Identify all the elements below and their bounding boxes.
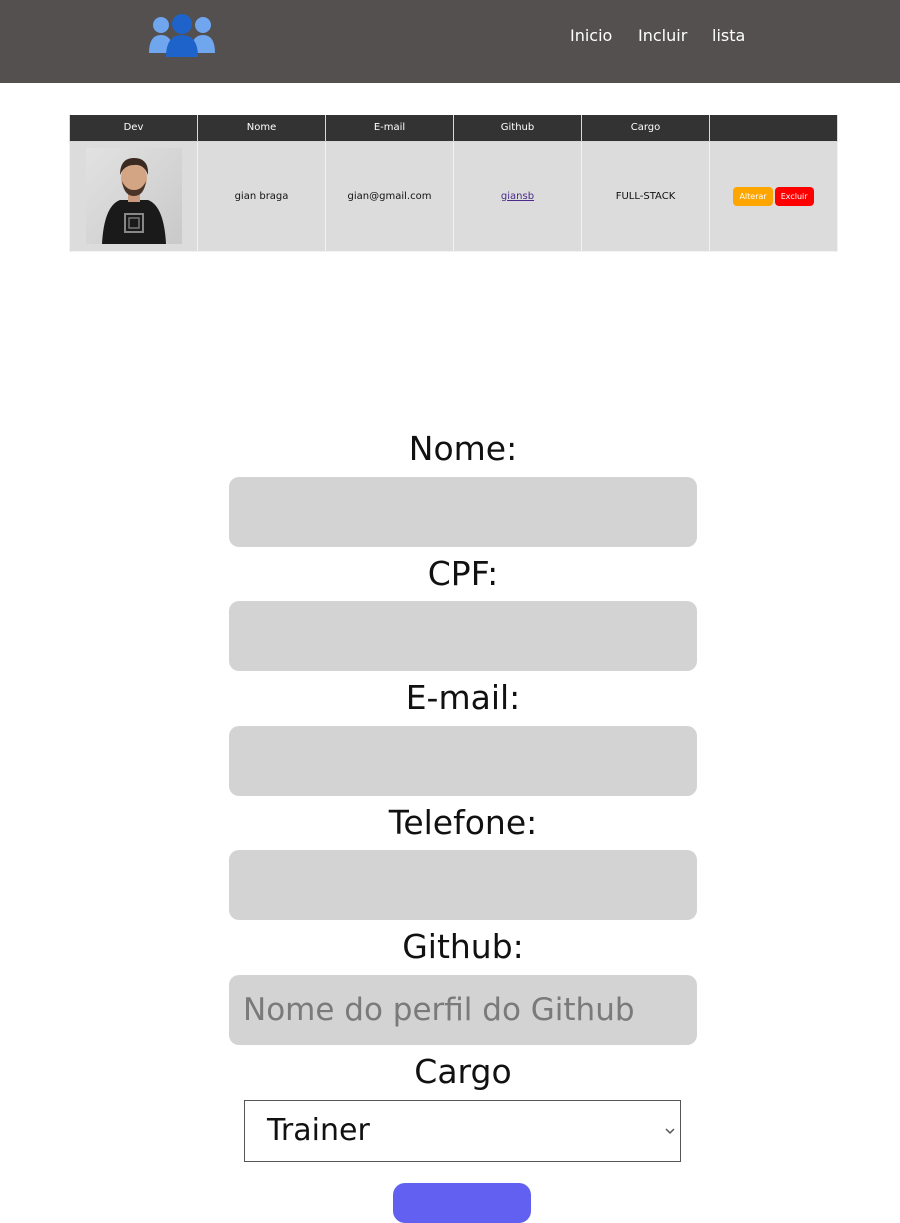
table-row: gian braga gian@gmail.com giansb FULL-ST… [69, 140, 838, 252]
cell-dev-photo [69, 140, 198, 252]
cell-cargo: FULL-STACK [581, 140, 710, 252]
alterar-button[interactable]: Alterar [733, 186, 773, 206]
nav-link-incluir[interactable]: Incluir [638, 24, 687, 48]
telefone-input[interactable] [229, 850, 697, 920]
github-link[interactable]: giansb [501, 191, 534, 202]
nome-label: Nome: [408, 429, 518, 468]
column-header-cargo: Cargo [581, 115, 710, 142]
github-input[interactable] [229, 975, 697, 1045]
cell-nome: gian braga [197, 140, 326, 252]
email-input[interactable] [229, 726, 697, 796]
cargo-label: Cargo [414, 1052, 512, 1091]
nome-input[interactable] [229, 477, 697, 547]
developer-photo [85, 148, 182, 244]
excluir-button[interactable]: Excluir [774, 186, 814, 206]
chevron-down-icon [665, 1128, 675, 1135]
cargo-select[interactable]: Trainer [244, 1100, 681, 1162]
top-navbar: Inicio Incluir lista [0, 0, 900, 83]
nav-link-inicio[interactable]: Inicio [570, 24, 612, 48]
nav-link-lista[interactable]: lista [712, 24, 745, 48]
developers-table: Dev Nome E-mail Github Cargo gian braga … [69, 115, 838, 252]
email-label: E-mail: [405, 678, 521, 717]
column-header-github: Github [453, 115, 582, 142]
cell-github: giansb [453, 140, 582, 252]
cpf-label: CPF: [427, 554, 499, 593]
cpf-input[interactable] [229, 601, 697, 671]
cell-email: gian@gmail.com [325, 140, 454, 252]
cell-actions: Alterar Excluir [709, 140, 838, 252]
telefone-label: Telefone: [388, 803, 538, 842]
column-header-email: E-mail [325, 115, 454, 142]
table-header-row: Dev Nome E-mail Github Cargo [69, 115, 838, 142]
column-header-dev: Dev [69, 115, 198, 142]
submit-button[interactable] [393, 1183, 531, 1223]
column-header-nome: Nome [197, 115, 326, 142]
cargo-selected-value: Trainer [267, 1113, 370, 1148]
column-header-actions [709, 115, 838, 142]
github-label: Github: [402, 927, 524, 966]
main-nav: Inicio Incluir lista [0, 24, 900, 48]
